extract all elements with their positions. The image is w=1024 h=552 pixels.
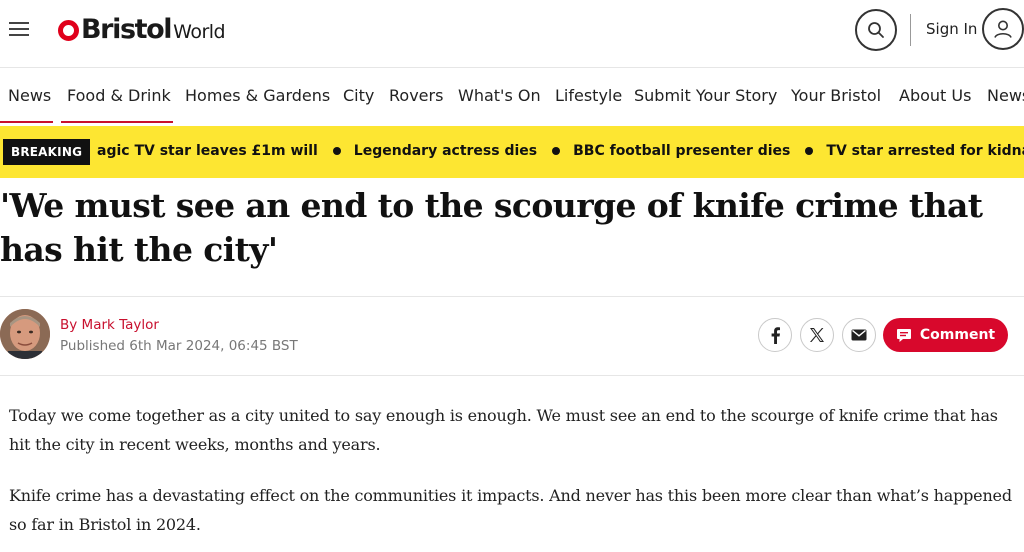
search-button[interactable] [855, 9, 897, 51]
nav-item-about-us[interactable]: About Us [899, 86, 971, 105]
nav-item-your-bristol[interactable]: Your Bristol [791, 86, 881, 105]
logo-ring-icon [58, 20, 79, 41]
email-share-button[interactable] [842, 318, 876, 352]
article-paragraph: Today we come together as a city united … [9, 406, 998, 454]
site-logo[interactable]: Bristol World [58, 14, 226, 50]
nav-item-whats-on[interactable]: What's On [458, 86, 541, 105]
x-icon [810, 328, 824, 342]
byline-prefix: By [60, 317, 82, 333]
nav-item-lifestyle[interactable]: Lifestyle [555, 86, 622, 105]
published-date: Published 6th Mar 2024, 06:45 BST [60, 338, 298, 354]
ticker-item[interactable]: TV star arrested for kidnap and robbery [826, 143, 1024, 159]
article-headline: 'We must see an end to the scourge of kn… [0, 186, 983, 269]
comment-button-label: Comment [919, 327, 996, 343]
divider [0, 375, 1024, 376]
breaking-ticker: agic TV star leaves £1m will Legendary a… [97, 143, 1024, 159]
nav-item-homes-gardens[interactable]: Homes & Gardens [185, 86, 330, 105]
user-icon [994, 20, 1012, 38]
comment-button[interactable]: Comment [883, 318, 1008, 352]
breaking-badge: BREAKING [3, 139, 91, 165]
breaking-news-bar: BREAKING agic TV star leaves £1m will Le… [0, 126, 1024, 178]
nav-item-news-overflow[interactable]: News [987, 86, 1024, 105]
logo-bristol-text: Bristol [81, 14, 173, 45]
divider [0, 296, 1024, 297]
nav-active-underline-news [0, 121, 53, 123]
bullet-icon [332, 147, 341, 155]
ticker-item[interactable]: Legendary actress dies [354, 143, 537, 159]
ticker-item[interactable]: BBC football presenter dies [573, 143, 790, 159]
nav-item-submit-your-story[interactable]: Submit Your Story [634, 86, 777, 105]
account-button[interactable] [982, 8, 1024, 50]
sign-in-link[interactable]: Sign In [926, 20, 977, 38]
search-icon [868, 22, 884, 38]
article-paragraph: Knife crime has a devastating effect on … [9, 486, 1012, 534]
author-avatar[interactable] [0, 309, 50, 359]
nav-item-food-drink[interactable]: Food & Drink [67, 86, 171, 105]
email-icon [851, 329, 867, 341]
facebook-icon [771, 327, 780, 344]
nav-item-city[interactable]: City [343, 86, 374, 105]
site-header: Bristol World Sign In [0, 0, 1024, 68]
x-share-button[interactable] [800, 318, 834, 352]
main-nav: News Food & Drink Homes & Gardens City R… [0, 69, 1024, 125]
bullet-icon [805, 147, 814, 155]
menu-icon[interactable] [9, 22, 29, 38]
speech-bubble-icon [896, 328, 911, 342]
header-divider [910, 14, 911, 46]
nav-item-news[interactable]: News [8, 86, 51, 105]
ticker-item[interactable]: agic TV star leaves £1m will [97, 143, 318, 159]
author-name-link[interactable]: Mark Taylor [82, 317, 159, 333]
logo-world-text: World [173, 21, 226, 43]
facebook-share-button[interactable] [758, 318, 792, 352]
nav-active-underline-food [61, 121, 173, 123]
bullet-icon [552, 147, 561, 155]
nav-item-rovers[interactable]: Rovers [389, 86, 443, 105]
article-byline: By Mark Taylor [60, 317, 159, 333]
